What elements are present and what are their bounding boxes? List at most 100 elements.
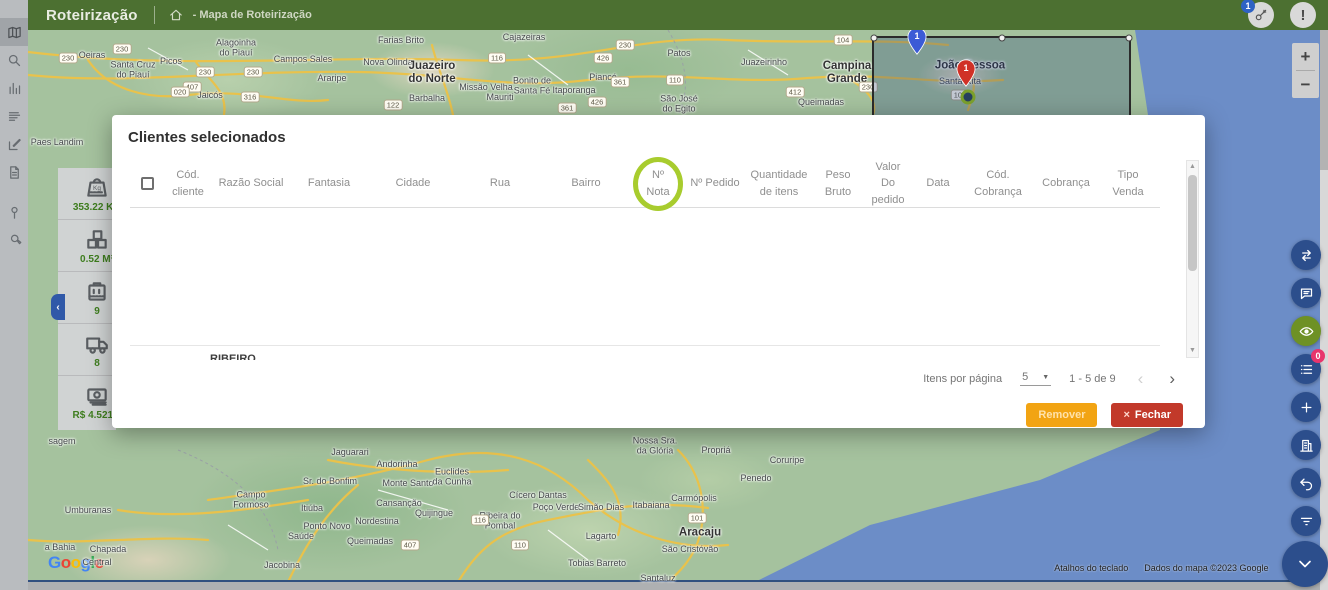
select-all-checkbox[interactable] [141,177,154,190]
chart-icon [7,81,22,96]
stat-volume-value: 0.52 M³ [80,254,114,265]
column-header-11: Valor Do pedido [862,160,914,207]
table-scrollbar[interactable]: ▲ ▼ [1186,160,1199,358]
column-header-14: Cobrança [1034,160,1098,207]
scroll-down-icon[interactable]: ▼ [1189,345,1196,357]
prev-page-button[interactable]: ‹ [1134,370,1148,387]
alerts-button[interactable]: ! [1290,2,1316,28]
plus-icon [1299,400,1314,415]
list-icon [1299,362,1314,377]
document-icon [7,165,22,180]
stat-total-value: R$ 4.521,3 [58,376,116,428]
fab-buildings-button[interactable] [1291,430,1321,460]
stat-trucks: 8 [58,324,116,376]
cubes-icon [84,227,110,253]
fab-list-button[interactable]: 0 [1291,354,1321,384]
map-marker-blue-pin[interactable]: 1 [907,27,927,60]
column-header-label: Cód. cliente [172,167,204,200]
chevron-down-icon [1295,554,1315,574]
eye-icon [1299,324,1314,339]
close-icon: × [1123,409,1129,421]
chat-icon [1299,286,1314,301]
column-header-label: Nº Nota [646,167,669,200]
modal-footer: Remover × Fechar [1026,403,1183,427]
truck-icon [84,331,110,357]
zoom-in-button[interactable]: + [1292,43,1319,70]
column-header-label: Fantasia [308,175,350,192]
column-header-2: Razão Social [212,160,290,207]
selection-handle[interactable] [1126,35,1133,42]
page-scrollbar-thumb[interactable] [1320,30,1328,170]
sidebar-item-edit[interactable] [0,130,28,158]
tools-notification-badge: 1 [1241,0,1255,13]
fab-collapse-button[interactable] [1282,541,1328,587]
page-size-select[interactable]: 5 ▼ [1020,371,1051,386]
column-header-6: Bairro [542,160,630,207]
fab-undo-button[interactable] [1291,468,1321,498]
column-header-15: Tipo Venda [1098,160,1158,207]
attribution-link[interactable]: Dados do mapa ©2023 Google [1144,563,1268,573]
exclamation-icon: ! [1301,7,1306,24]
table-header-row: Cód. cliente Razão Social Fantasia Cidade Ru… [130,160,1160,208]
sidebar-item-map[interactable] [0,18,28,46]
page-scrollbar[interactable] [1320,30,1328,590]
column-header-label: Bairro [571,175,600,192]
sidebar-item-search[interactable] [0,46,28,74]
left-sidebar [0,0,28,590]
column-header-7: Nº Nota [630,160,686,207]
column-header-label: Peso Bruto [825,167,851,200]
tools-button[interactable]: 1 [1248,2,1274,28]
close-button[interactable]: × Fechar [1111,403,1183,427]
selection-handle[interactable] [871,35,878,42]
column-header-5: Rua [458,160,542,207]
zoom-out-button[interactable]: − [1292,71,1319,98]
fab-swap-button[interactable] [1291,240,1321,270]
google-logo: Google [48,553,104,573]
map-attribution: Atalhos do teclado Dados do mapa ©2023 Go… [1054,563,1314,573]
sidebar-item-chart[interactable] [0,74,28,102]
sidebar-item-document[interactable] [0,158,28,186]
building-icon [1299,438,1314,453]
stat-trucks-value: 8 [94,358,100,369]
sidebar-item-tools[interactable] [0,226,28,254]
select-all-column [130,160,164,207]
column-header-label: Razão Social [219,175,284,192]
search-icon [7,53,22,68]
next-page-button[interactable]: › [1165,370,1179,387]
page-range-label: 1 - 5 de 9 [1069,373,1115,385]
column-header-10: Peso Bruto [814,160,862,207]
fab-add-button[interactable] [1291,392,1321,422]
column-header-1: Cód. cliente [164,160,212,207]
table-row[interactable]: RIBEIRO [210,353,300,360]
stat-orders-value: 9 [94,306,100,317]
column-header-label: Nº Pedido [690,175,739,192]
attribution-link[interactable]: Atalhos do teclado [1054,563,1128,573]
modal-title: Clientes selecionados [128,129,286,146]
chevron-down-icon: ▼ [1042,374,1049,381]
wrench-icon [7,233,22,248]
table-scrollbar-thumb[interactable] [1188,175,1197,271]
fab-visibility-button[interactable] [1291,316,1321,346]
top-bar: Roteirização - Mapa de Roteirização 1 ! [28,0,1328,30]
map-marker-red-pin[interactable]: 1 [956,59,976,92]
stats-collapse-button[interactable]: ‹ [51,294,65,320]
fab-chat-button[interactable] [1291,278,1321,308]
sidebar-item-pin[interactable] [0,198,28,226]
column-header-9: Quantidade de itens [744,160,814,207]
svg-text:Kg: Kg [93,185,101,192]
routes-icon [7,109,22,124]
column-header-4: Cidade [368,160,458,207]
selection-handle[interactable] [998,35,1005,42]
fab-filter-button[interactable] [1291,506,1321,536]
stat-orders: 9 [58,272,116,324]
column-header-label: Rua [490,175,510,192]
stat-weight-value: 353.22 KG [73,202,116,213]
selected-clients-modal: Clientes selecionados Cód. cliente Razão … [112,115,1205,428]
remove-button[interactable]: Remover [1026,403,1097,427]
column-header-label: Tipo Venda [1112,167,1143,200]
sidebar-item-routes[interactable] [0,102,28,130]
swap-arrows-icon [1299,248,1314,263]
home-icon[interactable] [169,8,183,22]
filter-icon [1299,514,1314,529]
scroll-up-icon[interactable]: ▲ [1189,161,1196,173]
